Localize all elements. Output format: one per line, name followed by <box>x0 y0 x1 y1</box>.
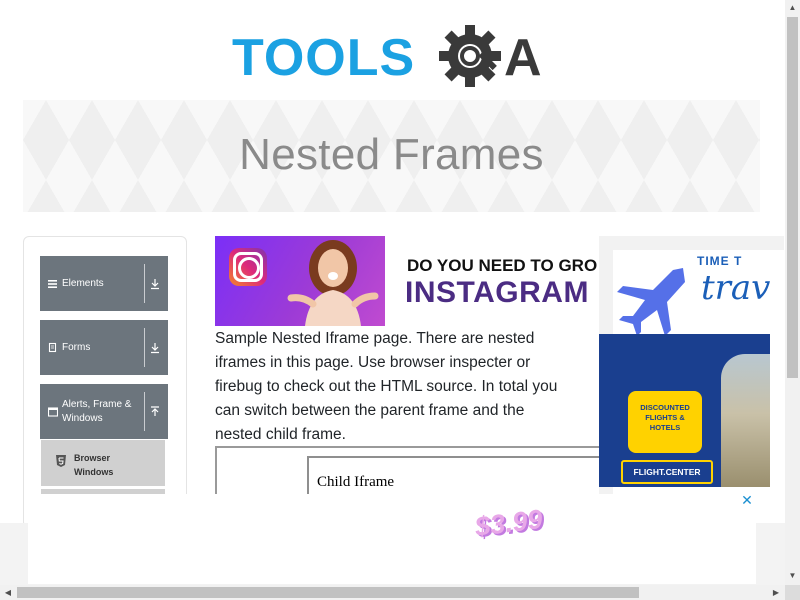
download-arrow-icon[interactable] <box>150 278 160 290</box>
scroll-up-icon[interactable]: ▲ <box>785 2 800 14</box>
scroll-right-icon[interactable]: ▶ <box>770 585 782 600</box>
sidebar-group-alerts-frame-windows[interactable]: Alerts, Frame & Windows <box>40 384 168 439</box>
ad-brand-label: FLIGHT.CENTER <box>621 460 713 484</box>
ad-headline: DO YOU NEED TO GRO <box>407 256 598 275</box>
scroll-left-icon[interactable]: ◀ <box>2 585 14 600</box>
divider <box>144 328 145 367</box>
upload-arrow-icon[interactable] <box>150 405 160 418</box>
sidebar-group-elements[interactable]: Elements <box>40 256 168 311</box>
sidebar: Elements Forms Alerts, Frame & Windows B… <box>23 236 187 528</box>
download-arrow-icon[interactable] <box>150 342 160 354</box>
sidebar-item-browser-windows[interactable]: Browser Windows <box>41 440 165 486</box>
menu-icon <box>48 279 57 288</box>
instagram-ad[interactable]: DO YOU NEED TO GRO INSTAGRAM <box>215 236 598 326</box>
close-icon[interactable]: ✕ <box>740 493 754 507</box>
instagram-icon <box>229 248 267 286</box>
scrollbar-corner <box>785 585 800 600</box>
page-banner: Nested Frames <box>23 100 760 212</box>
discount-badge-text: DISCOUNTED FLIGHTS & HOTELS <box>640 403 690 432</box>
child-iframe-text: Child Iframe <box>317 474 395 490</box>
window-icon <box>48 406 58 417</box>
sidebar-group-forms[interactable]: Forms <box>40 320 168 375</box>
page-description: Sample Nested Iframe page. There are nes… <box>215 330 558 443</box>
ad-brand-text: INSTAGRAM <box>405 276 589 309</box>
travel-ad[interactable]: TIME T trav DISCOUNTED FLIGHTS & HOTELS … <box>599 236 784 501</box>
gear-icon <box>439 25 501 87</box>
ad-tagline: TIME T <box>697 254 743 268</box>
divider <box>144 392 145 431</box>
toolsqa-logo[interactable]: TOOLS A <box>232 22 556 90</box>
scroll-down-icon[interactable]: ▼ <box>785 570 800 582</box>
sidebar-item-label: Browser Windows <box>74 453 114 477</box>
ad-script-text: trav <box>701 268 771 308</box>
divider <box>144 264 145 303</box>
sidebar-group-label: Alerts, Frame & Windows <box>62 398 132 424</box>
horizontal-scrollbar-thumb[interactable] <box>17 587 639 598</box>
sidebar-group-label: Elements <box>62 277 104 289</box>
vertical-scrollbar-thumb[interactable] <box>787 17 798 378</box>
logo-text-tools: TOOLS <box>232 29 415 87</box>
landscape-photo <box>721 354 770 487</box>
page-title: Nested Frames <box>239 130 544 179</box>
woman-image <box>287 240 379 326</box>
airplane-icon <box>617 268 685 336</box>
html5-icon <box>56 455 66 467</box>
bottom-ad[interactable] <box>28 494 756 584</box>
logo-text-a: A <box>504 29 542 87</box>
document-icon <box>48 342 57 352</box>
sidebar-group-label: Forms <box>62 341 91 353</box>
